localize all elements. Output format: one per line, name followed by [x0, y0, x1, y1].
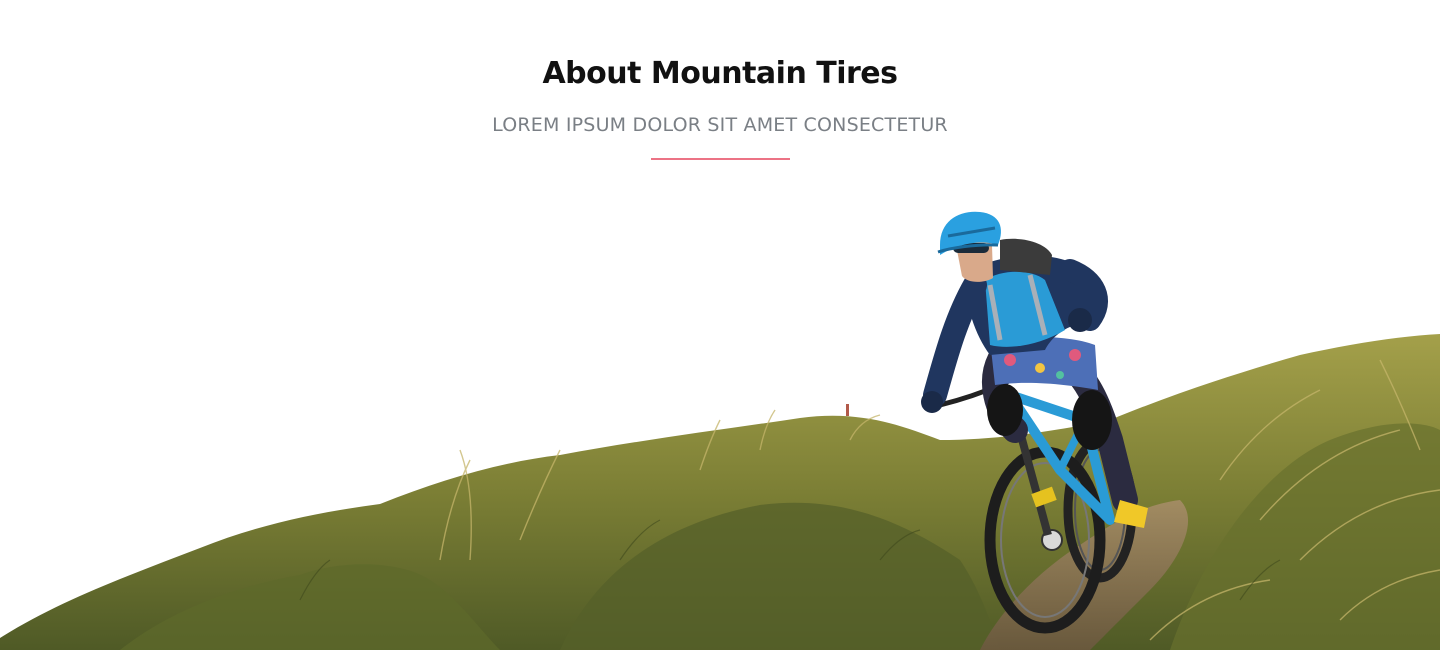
about-section-header: About Mountain Tires LOREM IPSUM DOLOR S… — [0, 0, 1440, 180]
title-divider — [651, 158, 790, 160]
section-subtitle: LOREM IPSUM DOLOR SIT AMET CONSECTETUR — [492, 114, 948, 136]
trail-marker — [846, 404, 849, 416]
mountain-biker-image — [0, 180, 1440, 650]
hillside-illustration — [0, 211, 1440, 650]
section-title: About Mountain Tires — [542, 56, 898, 91]
